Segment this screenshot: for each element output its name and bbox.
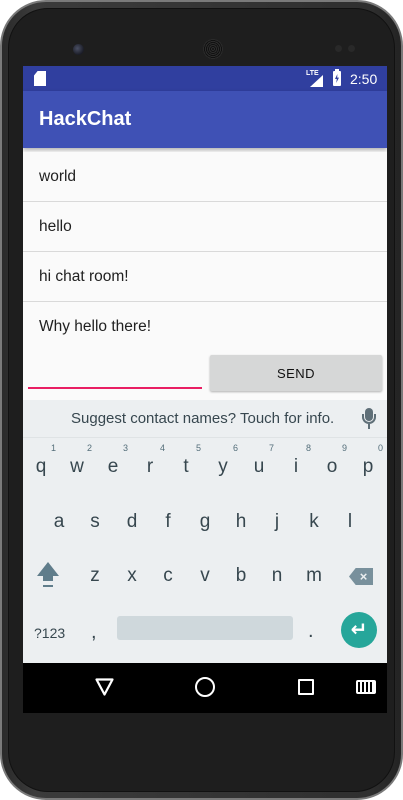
key-e[interactable]: e3: [98, 443, 128, 478]
screen: LTE 2:50 HackChat world hello hi chat ro…: [23, 66, 387, 713]
suggestion-strip[interactable]: Suggest contact names? Touch for info.: [23, 400, 387, 438]
light-sensor: [348, 45, 355, 52]
key-z[interactable]: z: [80, 565, 110, 587]
key-b[interactable]: b: [226, 565, 256, 587]
proximity-sensor: [335, 45, 342, 52]
key-c[interactable]: c: [153, 565, 183, 587]
back-icon[interactable]: [95, 678, 114, 696]
key-q[interactable]: q1: [26, 443, 56, 478]
key-p[interactable]: p0: [353, 443, 383, 478]
key-y[interactable]: y6: [208, 443, 238, 478]
key-w[interactable]: w2: [62, 443, 92, 478]
sd-card-icon: [34, 71, 46, 86]
soft-keyboard: Suggest contact names? Touch for info. q…: [23, 400, 387, 663]
symbols-key[interactable]: ?123: [34, 625, 65, 641]
key-k[interactable]: k: [299, 511, 329, 533]
key-l[interactable]: l: [335, 511, 365, 533]
key-v[interactable]: v: [190, 565, 220, 587]
backspace-icon[interactable]: ×: [349, 568, 373, 585]
key-o[interactable]: o9: [317, 443, 347, 478]
battery-charging-icon: [333, 69, 341, 86]
key-u[interactable]: u7: [244, 443, 274, 478]
key-r[interactable]: r4: [135, 443, 165, 478]
key-g[interactable]: g: [190, 511, 220, 533]
home-icon[interactable]: [195, 677, 215, 697]
message-item: Why hello there!: [23, 302, 387, 352]
key-f[interactable]: f: [153, 511, 183, 533]
mic-icon[interactable]: [362, 408, 376, 430]
message-item: hi chat room!: [23, 252, 387, 302]
message-input[interactable]: [28, 387, 202, 389]
status-bar: LTE 2:50: [23, 66, 387, 91]
message-item: world: [23, 152, 387, 202]
key-d[interactable]: d: [117, 511, 147, 533]
key-s[interactable]: s: [80, 511, 110, 533]
clock: 2:50: [350, 71, 378, 87]
key-j[interactable]: j: [262, 511, 292, 533]
key-x[interactable]: x: [117, 565, 147, 587]
network-type: LTE: [306, 70, 319, 77]
keyboard-switch-icon[interactable]: [356, 680, 376, 694]
app-title: HackChat: [39, 108, 132, 130]
key-m[interactable]: m: [299, 565, 329, 587]
key-n[interactable]: n: [262, 565, 292, 587]
app-bar: HackChat: [23, 91, 387, 148]
spacebar[interactable]: [117, 616, 293, 640]
key-t[interactable]: t5: [171, 443, 201, 478]
shift-icon[interactable]: [37, 562, 59, 592]
device-frame: LTE 2:50 HackChat world hello hi chat ro…: [0, 0, 403, 800]
front-camera: [73, 44, 84, 55]
recents-icon[interactable]: [298, 679, 314, 695]
enter-icon: ↵: [350, 619, 368, 641]
key-i[interactable]: i8: [281, 443, 311, 478]
enter-button[interactable]: ↵: [341, 612, 377, 648]
send-button[interactable]: SEND: [210, 355, 382, 391]
message-item: hello: [23, 202, 387, 252]
suggestion-text[interactable]: Suggest contact names? Touch for info.: [71, 410, 334, 427]
period-key[interactable]: .: [308, 620, 314, 643]
earpiece-speaker: [203, 39, 223, 59]
key-h[interactable]: h: [226, 511, 256, 533]
navigation-bar: [23, 663, 387, 713]
message-list[interactable]: world hello hi chat room! Why hello ther…: [23, 152, 387, 352]
key-a[interactable]: a: [44, 511, 74, 533]
comma-key[interactable]: ,: [91, 621, 97, 644]
